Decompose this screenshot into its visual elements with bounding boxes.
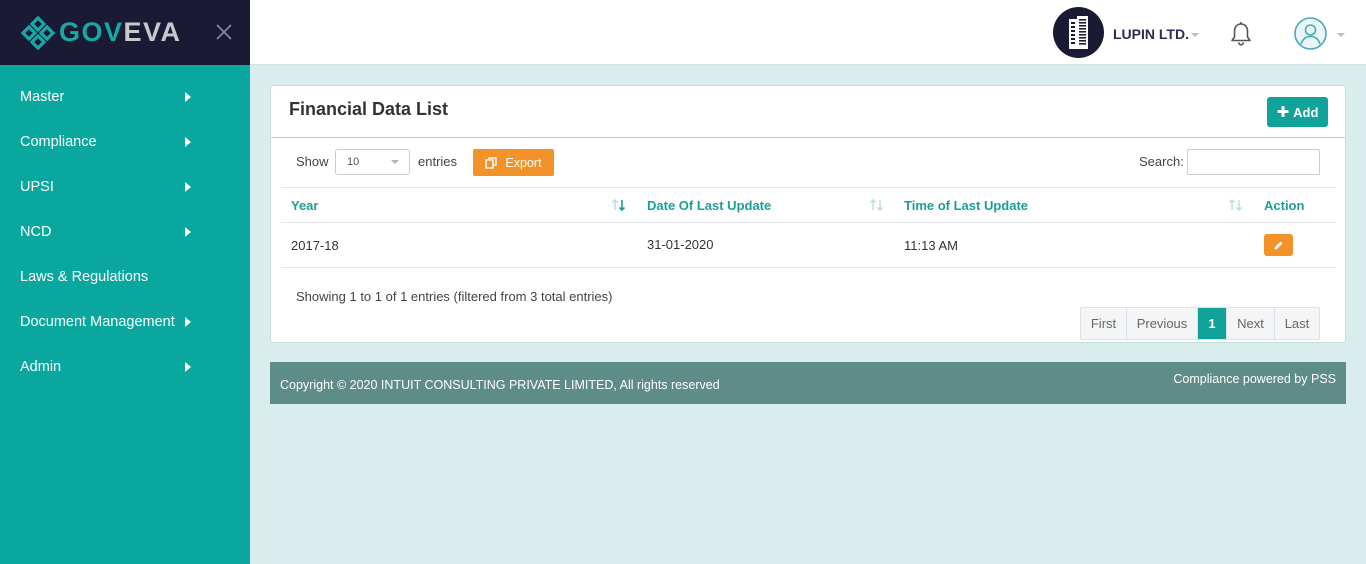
- column-header-date[interactable]: Date Of Last Update: [647, 198, 771, 213]
- column-header-time[interactable]: Time of Last Update: [904, 198, 1028, 213]
- cell-time: 11:13 AM: [904, 238, 958, 253]
- sidebar-item-label: Master: [20, 88, 65, 105]
- column-header-year[interactable]: Year: [291, 198, 318, 213]
- previous-page-button[interactable]: Previous: [1127, 308, 1198, 339]
- table-info: Showing 1 to 1 of 1 entries (filtered fr…: [296, 289, 613, 304]
- building-icon: [1069, 16, 1088, 49]
- bell-icon[interactable]: [1229, 21, 1253, 47]
- sidebar-item-label: UPSI: [20, 178, 54, 195]
- sidebar-item-master[interactable]: Master: [0, 74, 250, 119]
- financial-data-table: Year Date Of Last Update Time of Last Up…: [281, 187, 1336, 268]
- sidebar-menu: Master Compliance UPSI NCD Laws & Regula…: [0, 65, 250, 389]
- add-button-label: Add: [1293, 104, 1319, 120]
- sidebar-item-label: Compliance: [20, 133, 97, 150]
- sidebar-item-document-management[interactable]: Document Management: [0, 299, 250, 344]
- table-row: 2017-18 31-01-2020 11:13 AM: [281, 223, 1336, 268]
- chevron-right-icon: [185, 91, 191, 102]
- pencil-icon: [1274, 241, 1283, 249]
- logo-text-eva: EVA: [123, 17, 182, 47]
- sidebar-item-label: Document Management: [20, 313, 175, 330]
- plus-icon: ✚: [1276, 103, 1290, 121]
- export-button[interactable]: Export: [473, 149, 554, 176]
- sidebar: GOVEVA Master Compliance UPSI NCD Laws &…: [0, 0, 250, 564]
- column-header-action: Action: [1264, 198, 1305, 213]
- next-page-button[interactable]: Next: [1227, 308, 1275, 339]
- sidebar-item-upsi[interactable]: UPSI: [0, 164, 250, 209]
- chevron-down-icon: [391, 160, 399, 164]
- table-controls: Show 10 entries Export Search:: [271, 149, 1345, 177]
- first-page-button[interactable]: First: [1081, 308, 1127, 339]
- chevron-right-icon: [185, 181, 191, 192]
- sidebar-item-compliance[interactable]: Compliance: [0, 119, 250, 164]
- footer: Copyright © 2020 INTUIT CONSULTING PRIVA…: [270, 362, 1346, 404]
- copyright-text: Copyright © 2020 INTUIT CONSULTING PRIVA…: [280, 378, 720, 392]
- cell-date: 31-01-2020: [647, 237, 714, 252]
- user-avatar-icon[interactable]: [1294, 17, 1327, 50]
- entries-label: entries: [418, 154, 458, 169]
- copy-icon: [485, 156, 498, 169]
- company-logo[interactable]: [1053, 7, 1104, 58]
- chevron-right-icon: [185, 316, 191, 327]
- table-header: Year Date Of Last Update Time of Last Up…: [281, 187, 1336, 223]
- edit-button[interactable]: [1264, 234, 1293, 256]
- powered-by-text: Compliance powered by PSS: [1173, 372, 1336, 386]
- chevron-right-icon: [185, 136, 191, 147]
- logo-bar: GOVEVA: [0, 0, 250, 65]
- topbar: LUPIN LTD.: [250, 0, 1366, 65]
- card-header: Financial Data List ✚ Add: [271, 86, 1345, 138]
- sidebar-item-label: NCD: [20, 223, 52, 240]
- page-length-select[interactable]: 10: [335, 149, 410, 175]
- sort-icon[interactable]: [1228, 198, 1245, 212]
- add-button[interactable]: ✚ Add: [1267, 97, 1328, 127]
- logo-text: GOVEVA: [59, 17, 182, 48]
- chevron-right-icon: [185, 361, 191, 372]
- show-label: Show: [296, 154, 329, 169]
- page-length-value: 10: [347, 156, 360, 168]
- chevron-down-icon[interactable]: [1191, 33, 1199, 37]
- company-name[interactable]: LUPIN LTD.: [1113, 26, 1189, 42]
- chevron-right-icon: [185, 226, 191, 237]
- sort-desc-icon[interactable]: [611, 198, 628, 212]
- close-sidebar-icon[interactable]: [214, 22, 234, 42]
- financial-data-card: Financial Data List ✚ Add Show 10 entries…: [270, 85, 1346, 343]
- sidebar-item-ncd[interactable]: NCD: [0, 209, 250, 254]
- cell-year: 2017-18: [291, 238, 339, 253]
- sort-icon[interactable]: [869, 198, 886, 212]
- sidebar-item-label: Admin: [20, 358, 62, 375]
- last-page-button[interactable]: Last: [1275, 308, 1319, 339]
- export-button-label: Export: [505, 155, 542, 170]
- page-button-current[interactable]: 1: [1198, 308, 1227, 339]
- logo-text-gov: GOV: [59, 17, 124, 47]
- pagination: First Previous 1 Next Last: [1080, 307, 1320, 340]
- sidebar-item-admin[interactable]: Admin: [0, 344, 250, 389]
- goveva-logo-icon: [20, 15, 56, 50]
- sidebar-item-laws-regulations[interactable]: Laws & Regulations: [0, 254, 250, 299]
- page-title: Financial Data List: [289, 99, 449, 119]
- search-input[interactable]: [1187, 149, 1320, 175]
- sidebar-item-label: Laws & Regulations: [20, 268, 149, 285]
- chevron-down-icon[interactable]: [1337, 33, 1345, 37]
- search-label: Search:: [1139, 154, 1184, 169]
